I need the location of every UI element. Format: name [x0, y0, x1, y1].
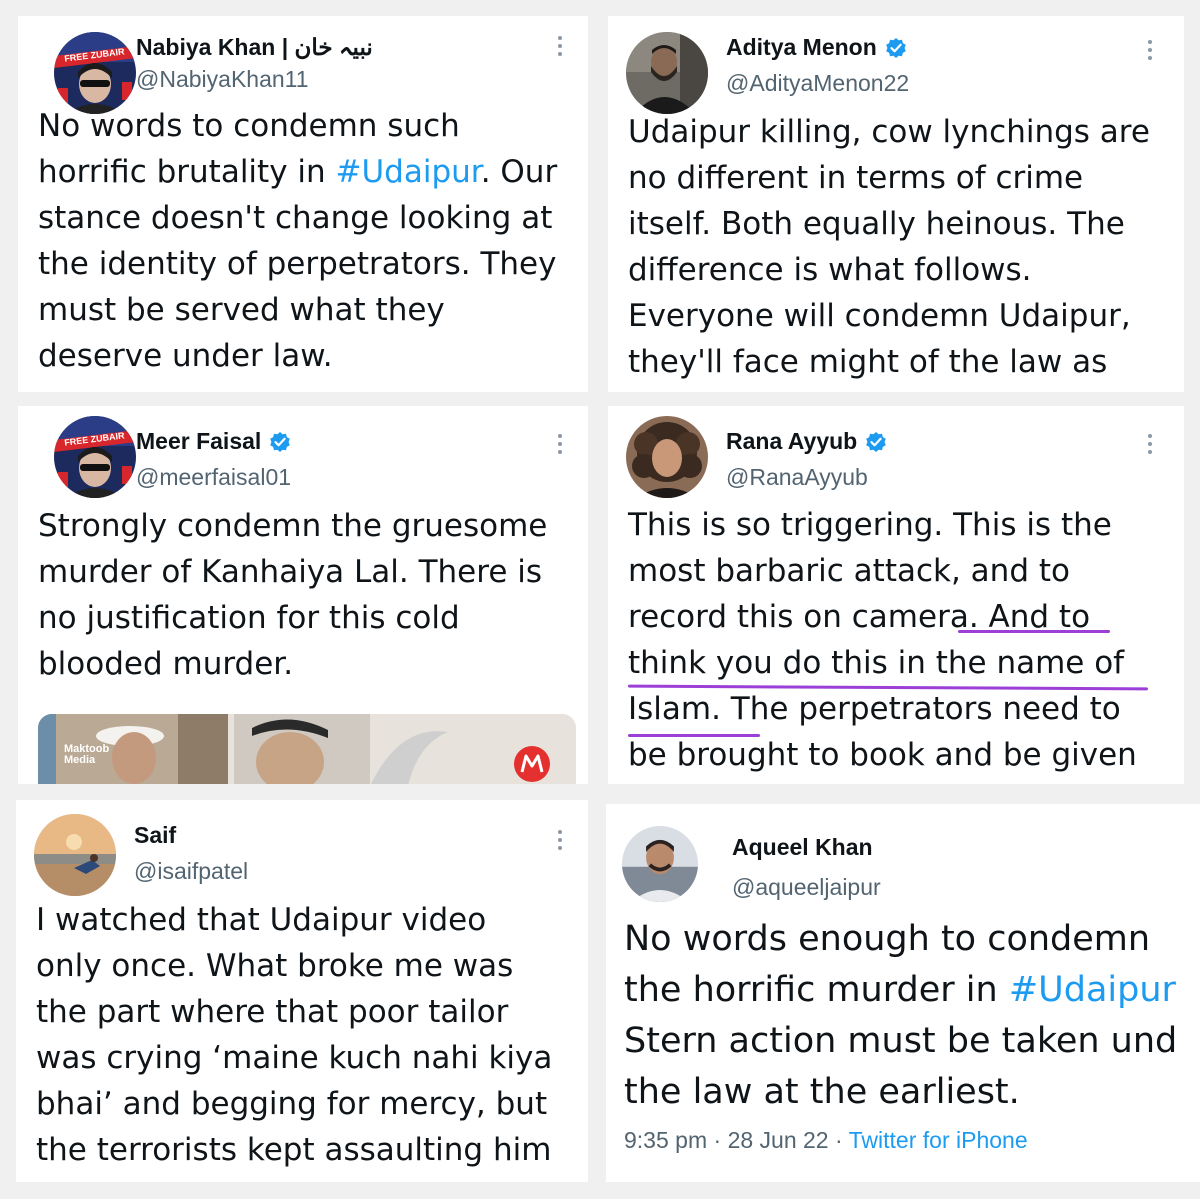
- display-name[interactable]: Aqueel Khan: [732, 834, 873, 861]
- more-options-icon[interactable]: [558, 36, 564, 60]
- user-handle[interactable]: @RanaAyyub: [726, 464, 868, 491]
- hashtag-link[interactable]: #Udaipur: [1009, 970, 1176, 1010]
- tweet-line: horrific brutality in #Udaipur. Our: [38, 154, 558, 190]
- user-handle[interactable]: @AdityaMenon22: [726, 70, 909, 97]
- display-name-text[interactable]: Saif: [134, 822, 176, 849]
- tweet-line: deserve under law.: [38, 338, 333, 374]
- display-name-text[interactable]: Rana Ayyub: [726, 428, 857, 455]
- user-handle[interactable]: @aqueeljaipur: [732, 874, 881, 901]
- verified-badge-icon: [885, 37, 907, 59]
- tweet-line: record this on camera. And to: [628, 599, 1091, 635]
- tweet-line: stance doesn't change looking at: [38, 200, 553, 236]
- smiling-man-avatar-icon: [622, 826, 698, 902]
- tweet-card-nabiya-khan[interactable]: FREE ZUBAIR Nabiya Khan | نبیہ خان @Nabi…: [18, 16, 588, 392]
- tweet-line: most barbaric attack, and to: [628, 553, 1070, 589]
- bearded-man-avatar-icon: [626, 32, 708, 114]
- tweet-card-meer-faisal[interactable]: FREE ZUBAIR Meer Faisal @meerfaisal01 St…: [18, 406, 588, 784]
- tweet-media-video[interactable]: Maktoob Media: [38, 714, 576, 784]
- display-name-text[interactable]: Aditya Menon: [726, 34, 877, 61]
- tweet-date[interactable]: 28 Jun 22: [728, 1127, 829, 1153]
- tweet-metadata: 9:35 pm · 28 Jun 22 · Twitter for iPhone: [624, 1127, 1028, 1154]
- tweet-text: Udaipur killing, cow lynchings are no di…: [628, 109, 1164, 385]
- tweet-line: Islam. The perpetrators need to: [628, 691, 1121, 727]
- tweet-line: murder of Kanhaiya Lal. There is: [38, 554, 543, 590]
- display-name[interactable]: Aditya Menon: [726, 34, 907, 61]
- tweet-time[interactable]: 9:35 pm: [624, 1127, 707, 1153]
- tweet-line: only once. What broke me was: [36, 948, 514, 984]
- media-watermark: Maktoob Media: [64, 743, 110, 766]
- display-name-text[interactable]: Aqueel Khan: [732, 834, 873, 861]
- tweet-line: Strongly condemn the gruesome: [38, 508, 548, 544]
- tweet-card-saif[interactable]: Saif @isaifpatel I watched that Udaipur …: [16, 800, 588, 1182]
- tweet-card-aqueel-khan[interactable]: Aqueel Khan @aqueeljaipur No words enoug…: [606, 804, 1200, 1182]
- avatar[interactable]: [34, 814, 116, 896]
- separator: ·: [713, 1127, 722, 1153]
- tweet-text: No words to condemn such horrific brutal…: [38, 103, 568, 379]
- verified-badge-icon: [269, 431, 291, 453]
- tweet-line: itself. Both equally heinous. The: [628, 206, 1125, 242]
- tweet-text: No words enough to condemn the horrific …: [624, 914, 1200, 1118]
- highlight-underline: [958, 630, 1110, 633]
- more-options-icon[interactable]: [1148, 40, 1154, 64]
- tweet-line: the law at the earliest.: [624, 1072, 1020, 1112]
- tweet-line: I watched that Udaipur video: [36, 902, 487, 938]
- user-handle[interactable]: @isaifpatel: [134, 858, 248, 885]
- tweet-line: be brought to book and be given: [628, 737, 1137, 773]
- free-zubair-avatar-icon: FREE ZUBAIR: [54, 416, 136, 498]
- beach-sunset-avatar-icon: [34, 814, 116, 896]
- display-name[interactable]: Saif: [134, 822, 176, 849]
- tweet-line: blooded murder.: [38, 646, 294, 682]
- tweet-line: Udaipur killing, cow lynchings are: [628, 114, 1150, 150]
- separator: ·: [834, 1127, 843, 1153]
- avatar[interactable]: FREE ZUBAIR: [54, 416, 136, 498]
- tweet-line: the part where that poor tailor: [36, 994, 509, 1030]
- tweet-line: no different in terms of crime: [628, 160, 1084, 196]
- avatar[interactable]: [622, 826, 698, 902]
- user-handle[interactable]: @NabiyaKhan11: [136, 66, 309, 93]
- tweet-text: Strongly condemn the gruesome murder of …: [38, 503, 568, 687]
- tweet-line: No words to condemn such: [38, 108, 460, 144]
- more-options-icon[interactable]: [558, 434, 564, 458]
- tweet-text: I watched that Udaipur video only once. …: [36, 897, 568, 1173]
- user-handle[interactable]: @meerfaisal01: [136, 464, 291, 491]
- video-thumbnail-icon: [38, 714, 576, 784]
- tweet-line: Stern action must be taken und: [624, 1021, 1178, 1061]
- woman-curly-hair-avatar-icon: [626, 416, 708, 498]
- display-name-text[interactable]: Nabiya Khan | نبیہ خان: [136, 34, 373, 61]
- tweet-line: the identity of perpetrators. They: [38, 246, 557, 282]
- free-zubair-avatar-icon: FREE ZUBAIR: [54, 32, 136, 114]
- tweet-line: bhai’ and begging for mercy, but: [36, 1086, 548, 1122]
- tweet-line: think you do this in the name of: [628, 645, 1125, 681]
- tweet-line: the horrific murder in #Udaipur: [624, 970, 1176, 1010]
- tweet-card-aditya-menon[interactable]: Aditya Menon @AdityaMenon22 Udaipur kill…: [608, 16, 1184, 392]
- tweet-card-rana-ayyub[interactable]: Rana Ayyub @RanaAyyub This is so trigger…: [608, 406, 1184, 784]
- avatar[interactable]: FREE ZUBAIR: [54, 32, 136, 114]
- display-name[interactable]: Rana Ayyub: [726, 428, 887, 455]
- tweet-line: Everyone will condemn Udaipur,: [628, 298, 1131, 334]
- avatar[interactable]: [626, 416, 708, 498]
- more-options-icon[interactable]: [558, 830, 564, 854]
- hashtag-link[interactable]: #Udaipur: [336, 154, 481, 190]
- tweet-line: must be served what they: [38, 292, 445, 328]
- tweet-line: was crying ‘maine kuch nahi kiya: [36, 1040, 553, 1076]
- highlight-underline: [628, 734, 760, 737]
- verified-badge-icon: [865, 431, 887, 453]
- tweet-line: No words enough to condemn: [624, 919, 1151, 959]
- more-options-icon[interactable]: [1148, 434, 1154, 458]
- tweet-line: they'll face might of the law as: [628, 344, 1108, 380]
- tweet-line: difference is what follows.: [628, 252, 1032, 288]
- display-name[interactable]: Meer Faisal: [136, 428, 291, 455]
- tweet-line: no justification for this cold: [38, 600, 460, 636]
- tweet-line: the terrorists kept assaulting him: [36, 1132, 552, 1168]
- display-name[interactable]: Nabiya Khan | نبیہ خان: [136, 34, 373, 61]
- avatar[interactable]: [626, 32, 708, 114]
- display-name-text[interactable]: Meer Faisal: [136, 428, 261, 455]
- tweet-source-link[interactable]: Twitter for iPhone: [849, 1127, 1028, 1153]
- tweet-line: This is so triggering. This is the: [628, 507, 1112, 543]
